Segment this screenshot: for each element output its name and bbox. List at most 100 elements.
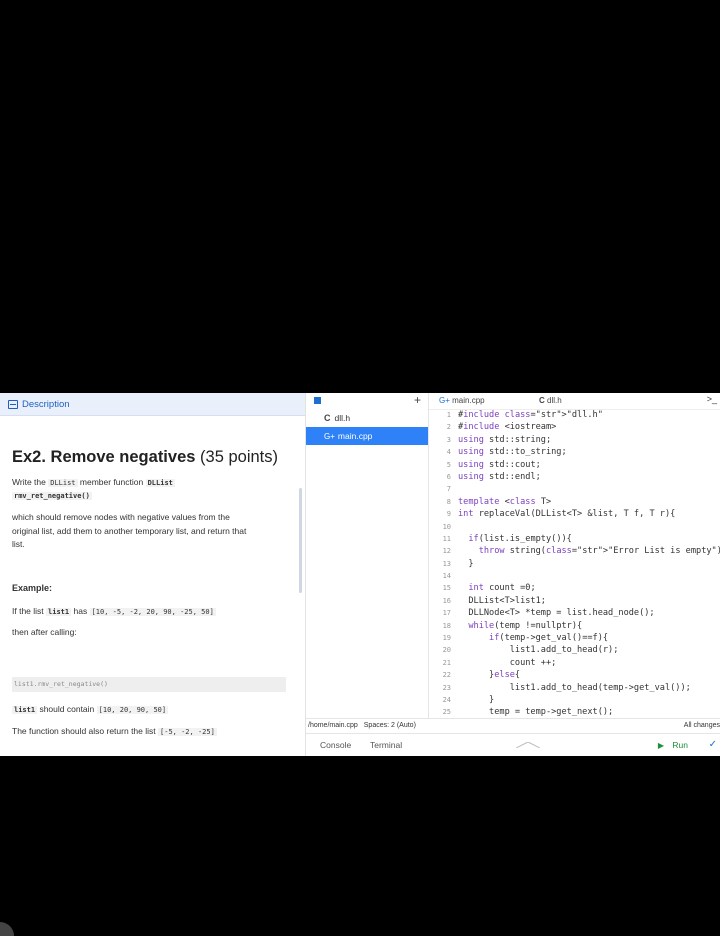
line-number-gutter: 1 2 3 4 5 6 7 8 9 10 11 12 13 14 15 16 17 18 19 20 21 22 23 24 2… [429,409,454,719]
file-tree-header: + [306,393,428,409]
result-values: [10, 20, 90, 50] [96,706,169,714]
code-line[interactable]: using std::cout; [458,459,720,471]
line-number: 16 [442,596,451,605]
document-icon [8,399,18,409]
line-number: 13 [442,559,451,568]
result-list-name: list1 [12,706,38,714]
code-line[interactable]: list1.add_to_head(temp->get_val()); [458,682,720,694]
intro-mid: member function [79,477,144,487]
code-line[interactable]: if(list.is_empty()){ [458,533,720,545]
c-file-icon: C [324,413,331,423]
status-path: /home/main.cpp Spaces: 2 (Auto) [308,722,416,729]
example-list-name: list1 [46,608,72,616]
chevron-up-icon[interactable] [516,742,540,748]
line-number: 9 [446,510,451,519]
line-number: 23 [442,683,451,692]
code-line[interactable]: #include <iostream> [458,421,720,433]
status-spaces[interactable]: Spaces: 2 (Auto) [364,722,416,729]
code-line[interactable]: using std::endl; [458,471,720,483]
example-text-2: has [73,606,88,616]
status-bar: /home/main.cpp Spaces: 2 (Auto) All chan… [306,718,720,733]
code-line[interactable]: list1.add_to_head(r); [458,644,720,656]
line-number: 6 [446,472,451,481]
line-number: 14 [442,572,451,581]
description-pane: Description Ex2. Remove negatives (35 po… [0,393,306,756]
tab-main-cpp[interactable]: G+ main.cpp [439,396,485,405]
file-tree: + C dll.h G+ main.cpp [306,393,429,718]
code-line[interactable]: using std::string; [458,434,720,446]
code-line[interactable] [458,570,720,582]
code-line[interactable]: } [458,558,720,570]
code-line[interactable]: template <class T> [458,496,720,508]
ide-window: Description Ex2. Remove negatives (35 po… [0,393,720,756]
code-line[interactable]: #include class="str">"dll.h" [458,409,720,421]
return-line: The function should also return the list… [12,725,217,739]
code-line[interactable]: count ++; [458,657,720,669]
code-line[interactable]: }else{ [458,669,720,681]
body-line-3: list. [12,539,25,549]
c-file-icon: C [539,396,545,405]
play-icon: ▶ [657,741,665,750]
body-line-2: original list, add them to another tempo… [12,526,247,536]
tab-label: main.cpp [452,396,485,405]
line-number: 24 [442,695,451,704]
line-number: 22 [442,671,451,680]
code-line[interactable]: int count =0; [458,582,720,594]
code-line[interactable]: DLLNode<T> *temp = list.head_node(); [458,607,720,619]
run-button[interactable]: ▶ Run [658,740,688,750]
status-changes: All changes [683,722,720,729]
intro-line: Write the DLList member function DLList [12,476,175,490]
bottom-bar: Console Terminal ▶ Run ✓ [306,733,720,756]
code-line[interactable]: while(temp !=nullptr){ [458,620,720,632]
file-item-dll-h[interactable]: C dll.h [306,409,428,427]
tab-dll-h[interactable]: C dll.h [539,396,562,405]
file-item-main-cpp[interactable]: G+ main.cpp [306,427,428,445]
description-tab[interactable]: Description [0,393,305,416]
code-line[interactable]: if(temp->get_val()==f){ [458,632,720,644]
example-heading: Example: [12,583,53,593]
file-name: main.cpp [337,431,373,441]
line-number: 11 [442,534,451,543]
code-lines[interactable]: #include class="str">"dll.h" #include <io… [458,409,720,719]
file-name: dll.h [334,413,351,423]
return-values: [-5, -2, -25] [158,728,217,736]
check-icon[interactable]: ✓ [709,739,717,750]
line-number: 25 [442,708,451,717]
corner-decoration [0,922,14,936]
terminal-expand-icon[interactable]: >_ [707,394,717,404]
example-list-values: [10, -5, -2, 20, 90, -25, 50] [89,608,216,616]
intro-func-code: rmv_ret_negative() [12,492,92,500]
problem-points: (35 points) [200,448,278,466]
line-number: 7 [446,485,451,494]
line-number: 17 [442,609,451,618]
code-line[interactable]: using std::to_string; [458,446,720,458]
then-line: then after calling: [12,627,77,637]
intro-prefix: Write the [12,477,46,487]
intro-class2-code: DLList [145,479,175,487]
line-number: 19 [442,634,451,643]
project-icon[interactable] [314,397,321,404]
example-text-1: If the list [12,606,44,616]
code-line[interactable]: throw string(class="str">"Error List is … [458,545,720,557]
body-line-1: which should remove nodes with negative … [12,512,230,522]
code-line[interactable]: } [458,694,720,706]
cpp-file-icon: G+ [439,396,450,405]
result-text: should contain [39,704,95,714]
code-line[interactable] [458,521,720,533]
code-line[interactable]: DLList<T>list1; [458,595,720,607]
code-line[interactable] [458,483,720,495]
run-label: Run [672,740,688,750]
line-number: 8 [446,497,451,506]
call-code-block: list1.rmv_ret_negative() [12,677,286,692]
line-number: 10 [442,522,451,531]
code-line[interactable]: int replaceVal(DLList<T> &list, T f, T r… [458,508,720,520]
code-editor[interactable]: G+ main.cpp C dll.h >_ 1 2 3 4 5 6 7 8 9 10 11 12 13… [429,393,720,718]
description-scrollbar[interactable] [299,488,302,593]
console-tab[interactable]: Console [320,740,351,750]
intro-func-line: rmv_ret_negative() [12,489,92,503]
description-tab-label: Description [22,398,70,410]
terminal-tab[interactable]: Terminal [370,740,402,750]
code-line[interactable]: temp = temp->get_next(); [458,706,720,718]
intro-class-code: DLList [48,479,78,487]
add-file-button[interactable]: + [414,393,421,407]
